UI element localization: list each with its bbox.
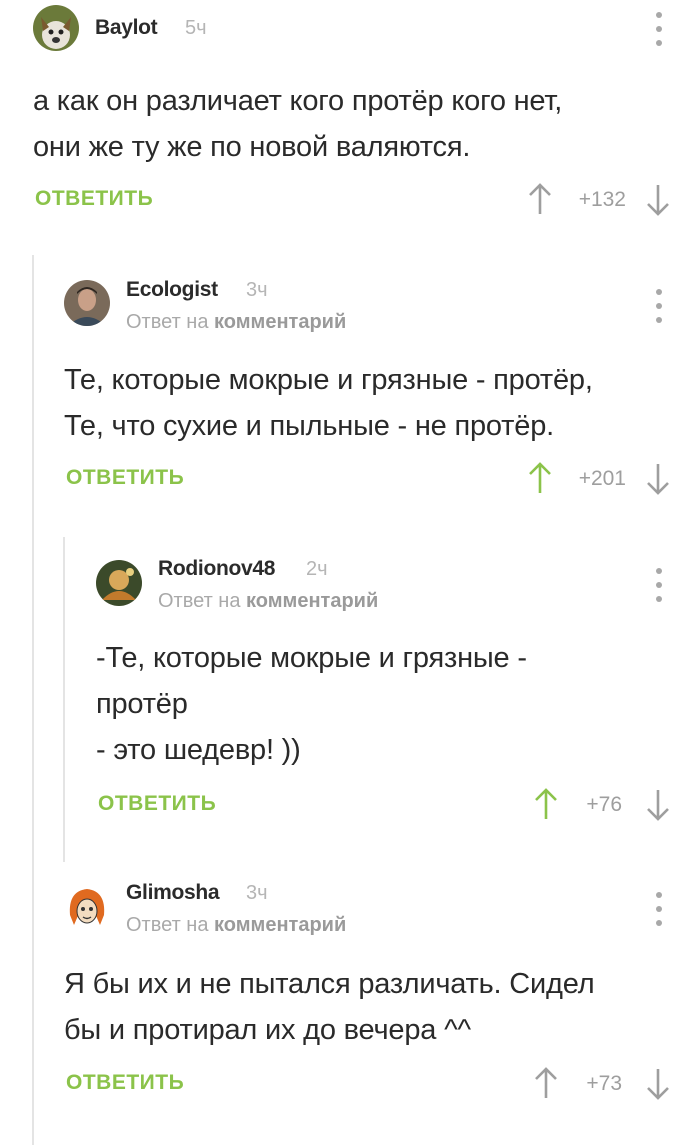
rating: +76 [586, 793, 622, 816]
more-vert-icon[interactable] [654, 289, 664, 323]
rating: +73 [586, 1072, 622, 1095]
timestamp: 5ч [185, 17, 207, 39]
reply-to-link[interactable]: Ответ на комментарий [158, 590, 378, 613]
reply-button[interactable]: ОТВЕТИТЬ [66, 1071, 184, 1095]
username[interactable]: Ecologist [126, 278, 218, 302]
comment: Glimosha 3ч Ответ на комментарий Я бы их… [0, 870, 700, 1145]
timestamp: 3ч [246, 882, 268, 904]
avatar[interactable] [96, 560, 142, 606]
arrow-up-icon[interactable] [527, 461, 553, 495]
comment: Rodionov48 2ч Ответ на комментарий -Те, … [0, 545, 700, 845]
comment: Baylot 5ч а как он различает кого протёр… [0, 0, 700, 240]
comment: Ecologist 3ч Ответ на комментарий Те, ко… [0, 265, 700, 505]
reply-button[interactable]: ОТВЕТИТЬ [35, 187, 153, 211]
timestamp: 3ч [246, 279, 268, 301]
arrow-down-icon[interactable] [645, 788, 671, 822]
username[interactable]: Rodionov48 [158, 557, 275, 581]
more-vert-icon[interactable] [654, 12, 664, 46]
avatar[interactable] [33, 5, 79, 51]
arrow-down-icon[interactable] [645, 462, 671, 496]
comment-text: -Те, которые мокрые и грязные - протёр -… [96, 642, 527, 766]
more-vert-icon[interactable] [654, 892, 664, 926]
comment-text: а как он различает кого протёр кого нет,… [33, 85, 563, 163]
username[interactable]: Glimosha [126, 881, 220, 905]
timestamp: 2ч [306, 558, 328, 580]
avatar[interactable] [64, 280, 110, 326]
arrow-down-icon[interactable] [645, 183, 671, 217]
username[interactable]: Baylot [95, 16, 158, 40]
more-vert-icon[interactable] [654, 568, 664, 602]
comment-text: Я бы их и не пытался различать. Сидел бы… [64, 968, 595, 1046]
rating: +132 [578, 188, 626, 211]
arrow-down-icon[interactable] [645, 1067, 671, 1101]
reply-button[interactable]: ОТВЕТИТЬ [98, 792, 216, 816]
reply-to-link[interactable]: Ответ на комментарий [126, 311, 346, 334]
arrow-up-icon[interactable] [527, 182, 553, 216]
avatar[interactable] [64, 885, 110, 931]
reply-button[interactable]: ОТВЕТИТЬ [66, 466, 184, 490]
reply-to-link[interactable]: Ответ на комментарий [126, 914, 346, 937]
rating: +201 [578, 467, 626, 490]
comment-text: Те, которые мокрые и грязные - протёр, Т… [64, 364, 593, 442]
